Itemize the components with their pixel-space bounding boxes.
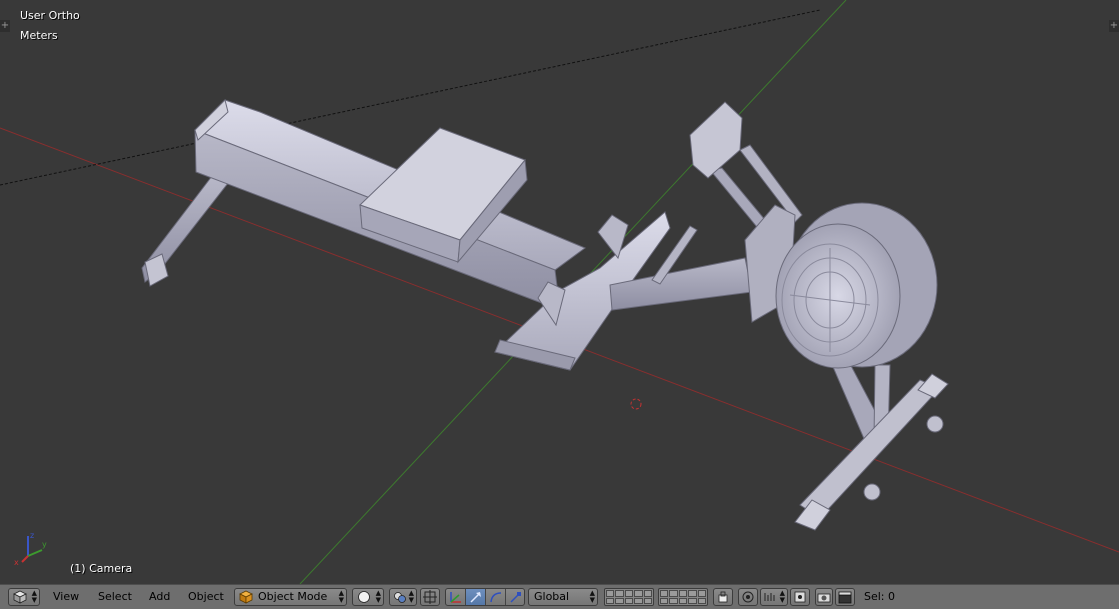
mode-selector[interactable]: Object Mode ▲ ▼	[234, 588, 347, 606]
3d-viewport[interactable]: z y x User Ortho Meters (1) Camera + +	[0, 0, 1119, 584]
menu-object[interactable]: Object	[188, 588, 224, 606]
clapperboard-icon	[838, 591, 852, 604]
translate-toggle[interactable]	[466, 589, 486, 605]
selection-status: Sel: 0	[864, 590, 896, 603]
rotate-arc-icon	[490, 592, 502, 603]
opengl-render-button[interactable]	[815, 588, 833, 606]
layers-group-1[interactable]	[604, 588, 654, 606]
manipulator-segment[interactable]	[445, 588, 525, 606]
mode-label: Object Mode	[258, 590, 328, 603]
snap-increment-icon	[764, 593, 775, 601]
axis-gizmo-icon: z y x	[14, 531, 47, 567]
layer-lock-icon	[718, 591, 728, 603]
transform-orientation-selector[interactable]: Global ▲ ▼	[528, 588, 598, 606]
layers-group-2[interactable]	[658, 588, 708, 606]
dropdown-arrows-icon: ▲ ▼	[31, 589, 37, 604]
dropdown-arrows-icon: ▲ ▼	[375, 589, 381, 604]
rotate-toggle[interactable]	[486, 589, 506, 605]
svg-text:y: y	[42, 540, 47, 549]
wheel-1	[863, 483, 881, 501]
manipulator-icon	[423, 590, 437, 604]
scale-icon	[510, 592, 521, 603]
units-label: Meters	[20, 29, 58, 42]
snap-element-button[interactable]	[420, 588, 440, 606]
solid-sphere-icon	[358, 591, 370, 603]
dropdown-arrows-icon: ▲ ▼	[779, 589, 785, 604]
proportional-editing-button[interactable]	[738, 588, 758, 606]
camera-render-icon	[817, 593, 831, 603]
object-mode-icon	[239, 590, 253, 604]
properties-toggle-icon[interactable]: +	[1109, 20, 1119, 32]
axis-manipulator-icon	[450, 592, 461, 603]
view-name-label: User Ortho	[20, 9, 80, 22]
scale-toggle[interactable]	[506, 589, 526, 605]
tool-shelf-toggle-icon[interactable]: +	[0, 20, 10, 32]
snap-button[interactable]: ▲ ▼	[760, 588, 788, 606]
dropdown-arrows-icon: ▲ ▼	[408, 589, 414, 604]
cube-icon	[13, 590, 27, 604]
proportional-edit-icon	[742, 591, 754, 603]
menu-select[interactable]: Select	[98, 588, 132, 606]
viewport-shading-button[interactable]: ▲ ▼	[352, 588, 384, 606]
dropdown-arrows-icon: ▲ ▼	[338, 589, 344, 604]
transform-orientation-label: Global	[534, 590, 570, 603]
editor-type-button[interactable]: ▲ ▼	[8, 588, 40, 606]
3d-cursor-icon	[630, 398, 642, 410]
svg-text:x: x	[14, 558, 19, 567]
manipulator-toggle[interactable]	[446, 589, 466, 605]
menu-view[interactable]: View	[53, 588, 79, 606]
snap-target-icon	[794, 591, 806, 603]
opengl-animation-button[interactable]	[835, 588, 855, 606]
pivot-point-icon	[394, 592, 406, 603]
menu-add[interactable]: Add	[149, 588, 170, 606]
svg-text:z: z	[30, 531, 34, 540]
lock-camera-button[interactable]	[713, 588, 733, 606]
dropdown-arrows-icon: ▲ ▼	[589, 589, 595, 604]
viewport-header: ▲ ▼ View Select Add Object Object Mode ▲ ▼…	[0, 584, 1119, 609]
translate-arrow-icon	[470, 592, 481, 603]
object-info-label: (1) Camera	[70, 562, 133, 575]
monitor	[689, 101, 743, 179]
wheel-2	[926, 415, 944, 433]
pivot-point-button[interactable]: ▲ ▼	[389, 588, 417, 606]
scene-canvas[interactable]: z y x	[0, 0, 1119, 584]
snap-target-button[interactable]	[790, 588, 810, 606]
